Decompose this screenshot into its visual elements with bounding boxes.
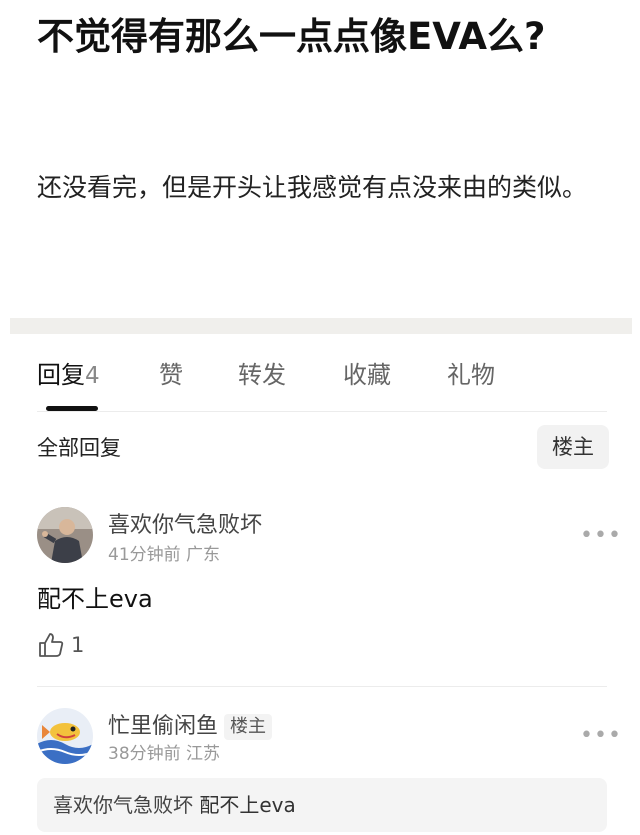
quoted-username: 喜欢你气急败坏 bbox=[53, 793, 193, 817]
owner-only-button[interactable]: 楼主 bbox=[537, 425, 609, 469]
comment-username-text[interactable]: 忙里偷闲鱼 bbox=[108, 714, 218, 739]
section-divider bbox=[10, 318, 632, 334]
tab-likes[interactable]: 赞 bbox=[159, 355, 183, 395]
tab-bar: 回复4 赞 转发 收藏 礼物 bbox=[37, 355, 607, 395]
tabs-divider bbox=[37, 411, 607, 412]
tab-replies-count: 4 bbox=[85, 363, 100, 389]
comment-username[interactable]: 喜欢你气急败坏 bbox=[108, 511, 262, 541]
comment-separator bbox=[37, 686, 607, 687]
quoted-reply[interactable]: 喜欢你气急败坏 配不上eva bbox=[37, 778, 607, 832]
tab-gifts[interactable]: 礼物 bbox=[447, 355, 495, 395]
post-body: 还没看完，但是开头让我感觉有点没来由的类似。 bbox=[37, 173, 588, 202]
comment-username: 忙里偷闲鱼 楼主 bbox=[108, 712, 273, 742]
avatar[interactable] bbox=[37, 507, 93, 563]
user-avatar-image bbox=[37, 507, 93, 563]
all-replies-label: 全部回复 bbox=[37, 436, 121, 460]
tab-reposts[interactable]: 转发 bbox=[238, 355, 286, 395]
tab-replies-label: 回复 bbox=[37, 361, 85, 389]
comment-text: 配不上eva bbox=[37, 585, 153, 613]
like-count: 1 bbox=[71, 633, 85, 657]
comment-time: 38分钟前 bbox=[108, 744, 181, 764]
quoted-text: 配不上eva bbox=[199, 793, 296, 817]
comment-location: 江苏 bbox=[186, 744, 221, 764]
more-dots-icon[interactable]: ••• bbox=[580, 725, 622, 747]
comment-meta: 41分钟前 广东 bbox=[108, 543, 220, 567]
comment-meta: 38分钟前 江苏 bbox=[108, 742, 220, 766]
post-title: 不觉得有那么一点点像EVA么? bbox=[37, 15, 546, 58]
more-dots-icon[interactable]: ••• bbox=[580, 525, 622, 547]
tab-favorites[interactable]: 收藏 bbox=[343, 355, 391, 395]
comment-location: 广东 bbox=[186, 545, 221, 565]
comment-time: 41分钟前 bbox=[108, 545, 181, 565]
user-avatar-image bbox=[37, 708, 93, 764]
thumbs-up-icon bbox=[39, 633, 64, 657]
avatar[interactable] bbox=[37, 708, 93, 764]
like-button[interactable]: 1 bbox=[37, 631, 84, 659]
owner-badge: 楼主 bbox=[224, 714, 273, 740]
tab-replies[interactable]: 回复4 bbox=[37, 355, 100, 396]
